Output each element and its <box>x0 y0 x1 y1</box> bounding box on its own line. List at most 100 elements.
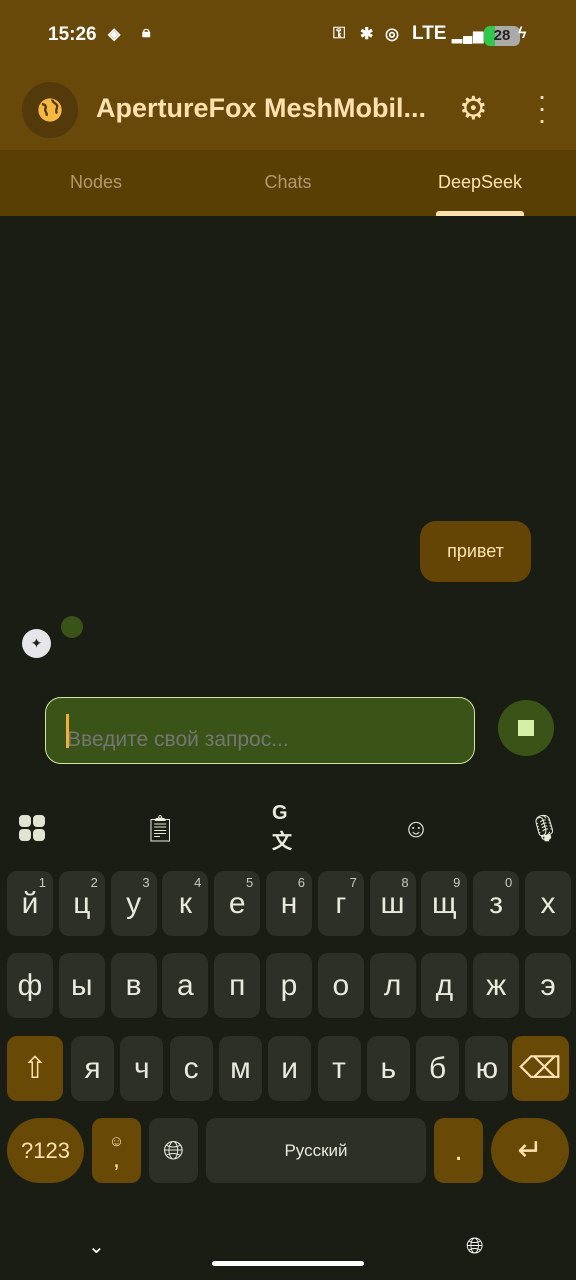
letter-key[interactable]: ч <box>120 1036 164 1101</box>
key-hint: 6 <box>297 875 305 890</box>
tab-nodes[interactable]: Nodes <box>21 172 171 193</box>
letter-key[interactable]: ю <box>465 1036 509 1101</box>
letter-key[interactable]: к4 <box>162 871 209 936</box>
letter-key[interactable]: н6 <box>266 871 312 936</box>
letter-key[interactable]: в <box>110 953 157 1018</box>
letter-key[interactable]: ф <box>7 953 53 1018</box>
emoji-comma-key[interactable]: ☺, <box>92 1118 141 1183</box>
key-label: р <box>280 968 298 1002</box>
key-label: б <box>429 1051 447 1085</box>
letter-key[interactable]: б <box>416 1036 460 1101</box>
letter-key[interactable]: ы <box>58 953 105 1018</box>
ai-sparkle-icon: ✦ <box>22 629 51 658</box>
hotspot-lock-icon: 🔒︎ <box>142 24 151 41</box>
globe-icon[interactable] <box>22 82 78 138</box>
space-key[interactable]: Русский <box>206 1118 426 1183</box>
tab-deepseek[interactable]: DeepSeek <box>405 172 555 193</box>
hotspot-icon: ◎ <box>385 26 399 43</box>
letter-key[interactable]: ш8 <box>369 871 416 936</box>
app-bar: ApertureFox MeshMobil... ⚙ · · · <box>0 78 576 142</box>
key-label: ш <box>380 886 405 920</box>
tab-bar: Nodes Chats DeepSeek <box>0 150 576 216</box>
key-label: д <box>435 968 454 1002</box>
enter-key[interactable]: ↵ <box>491 1118 569 1183</box>
hide-keyboard-icon[interactable]: ⌄ <box>88 1234 105 1259</box>
letter-key[interactable]: е5 <box>214 871 261 936</box>
key-hint: 2 <box>90 875 98 890</box>
letter-key[interactable]: х <box>525 871 571 936</box>
comma-label: , <box>113 1145 120 1173</box>
switch-keyboard-globe-icon[interactable]: 🌐︎ <box>466 1233 484 1259</box>
key-hint: 9 <box>453 875 461 890</box>
letter-key[interactable]: з0 <box>473 871 520 936</box>
letter-key[interactable]: у3 <box>110 871 157 936</box>
shift-key[interactable]: ⇧ <box>7 1036 63 1101</box>
key-label: л <box>383 968 402 1002</box>
key-label: з <box>489 886 504 920</box>
key-label: п <box>229 968 246 1002</box>
letter-key[interactable]: р <box>266 953 312 1018</box>
key-label: с <box>183 1051 199 1085</box>
key-label: у <box>126 886 142 920</box>
letter-key[interactable]: о <box>317 953 364 1018</box>
stop-icon <box>518 720 534 736</box>
key-label: ь <box>380 1051 397 1085</box>
bluetooth-icon: ✱ <box>360 26 374 43</box>
text-caret <box>66 714 69 748</box>
letter-key[interactable]: л <box>369 953 416 1018</box>
period-key[interactable]: . <box>434 1118 483 1183</box>
letter-key[interactable]: ц2 <box>58 871 105 936</box>
key-hint: 7 <box>349 875 357 890</box>
letter-key[interactable]: ь <box>366 1036 410 1101</box>
charging-icon: ϟ <box>518 25 527 42</box>
stop-button[interactable] <box>498 700 554 756</box>
key-label: й <box>21 886 39 920</box>
emoji-icon[interactable]: ☺ <box>400 812 432 844</box>
letter-key[interactable]: п <box>214 953 261 1018</box>
letter-key[interactable]: э <box>525 953 571 1018</box>
letter-key[interactable]: я <box>71 1036 114 1101</box>
key-label: ц <box>73 886 91 920</box>
key-label: я <box>84 1051 101 1085</box>
key-hint: 4 <box>194 875 202 890</box>
symbols-key[interactable]: ?123 <box>7 1118 84 1183</box>
key-hint: 8 <box>401 875 409 890</box>
key-label: а <box>177 968 194 1002</box>
settings-icon[interactable]: ⚙ <box>459 92 488 124</box>
key-label: и <box>281 1051 299 1085</box>
letter-key[interactable]: ж <box>473 953 520 1018</box>
apps-grid-icon[interactable] <box>16 812 48 844</box>
letter-key[interactable]: д <box>421 953 468 1018</box>
prompt-input[interactable] <box>45 697 475 764</box>
letter-key[interactable]: и <box>268 1036 312 1101</box>
gesture-handle[interactable] <box>212 1261 364 1266</box>
more-vert-icon[interactable]: · · · <box>532 82 552 134</box>
letter-key[interactable]: г7 <box>317 871 364 936</box>
letter-key[interactable]: с <box>169 1036 213 1101</box>
letter-key[interactable]: м <box>218 1036 262 1101</box>
key-label: г <box>335 886 347 920</box>
clipboard-icon[interactable]: 📋︎ <box>144 812 177 844</box>
key-label: м <box>230 1051 251 1085</box>
key-label: ж <box>486 968 507 1002</box>
key-hint: 1 <box>38 875 46 890</box>
key-hint: 5 <box>245 875 254 890</box>
key-label: ю <box>475 1051 499 1085</box>
key-label: э <box>540 968 556 1002</box>
letter-key[interactable]: щ9 <box>421 871 468 936</box>
language-globe-key[interactable]: 🌐︎ <box>149 1118 198 1183</box>
key-label: ф <box>17 968 43 1002</box>
tab-chats[interactable]: Chats <box>213 172 363 193</box>
key-label: к <box>178 886 192 920</box>
key-hint: 0 <box>504 875 513 890</box>
translate-icon[interactable]: G文 <box>272 802 304 853</box>
microphone-icon[interactable]: 🎙︎ <box>528 812 561 844</box>
letter-key[interactable]: а <box>162 953 209 1018</box>
letter-key[interactable]: й1 <box>7 871 53 936</box>
letter-key[interactable]: т <box>317 1036 361 1101</box>
key-label: о <box>332 968 350 1002</box>
key-label: н <box>280 886 298 920</box>
network-type: LTE <box>412 23 447 44</box>
backspace-key[interactable]: ⌫ <box>512 1036 569 1101</box>
signal-icon: ▂▄▆ <box>452 28 485 43</box>
